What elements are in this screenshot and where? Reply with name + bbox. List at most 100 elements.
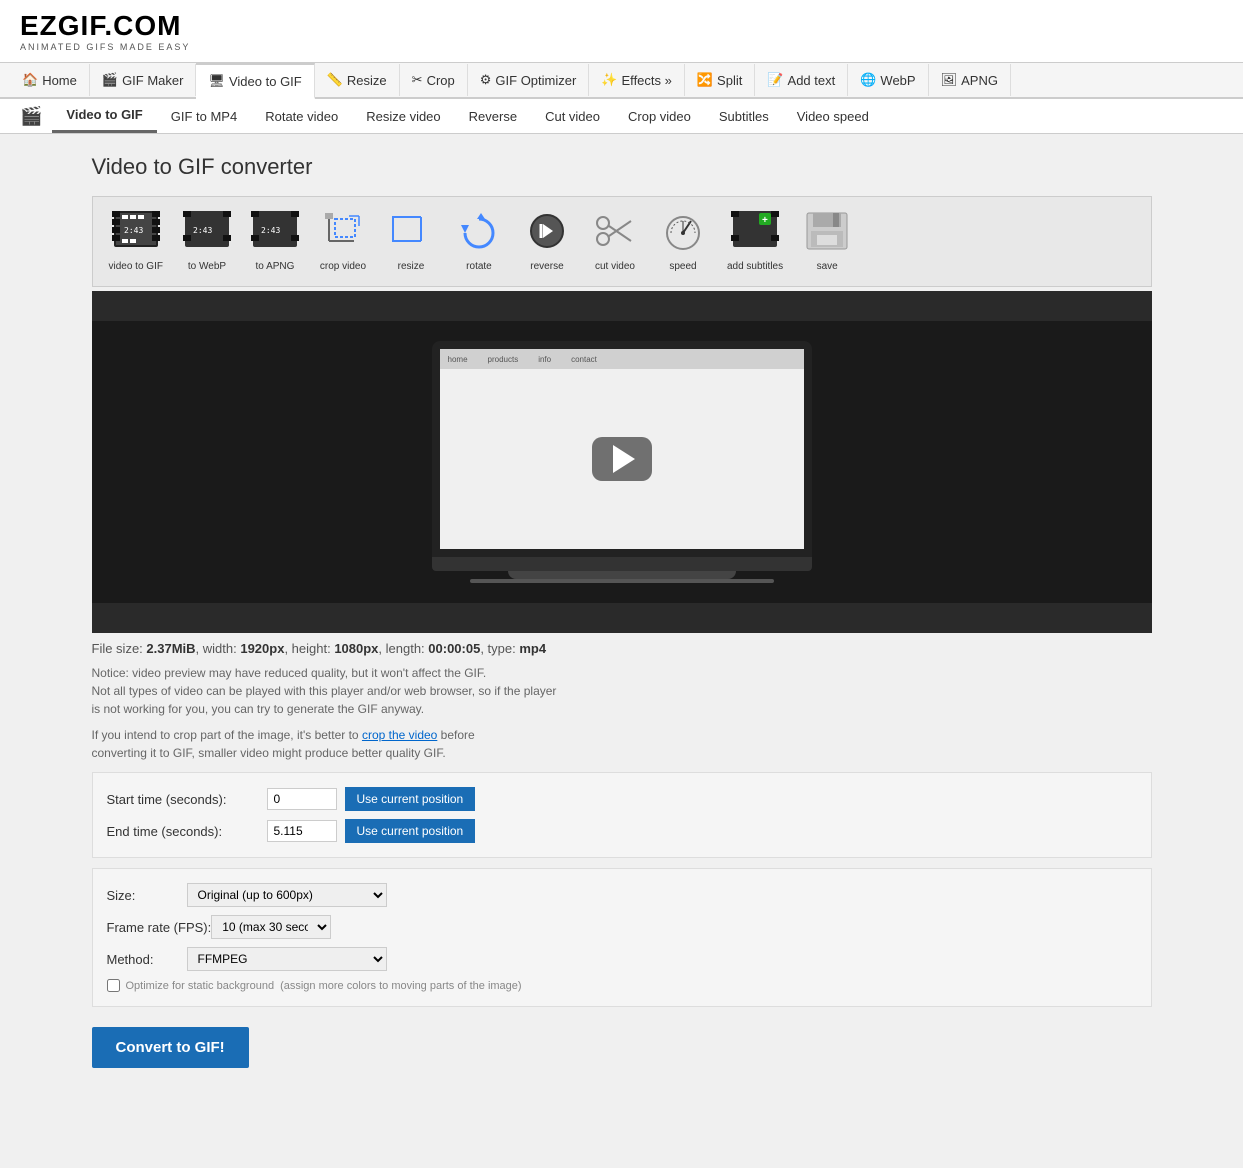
nav-home[interactable]: 🏠 Home	[10, 64, 90, 96]
page-title: Video to GIF converter	[92, 154, 1152, 180]
video-bottom-bar	[92, 603, 1152, 633]
tool-video-to-gif-label: video to GIF	[109, 261, 163, 272]
nav-webp[interactable]: 🌐 WebP	[848, 64, 928, 96]
subnav-video-to-gif[interactable]: Video to GIF	[52, 99, 156, 133]
tool-add-subtitles-label: add subtitles	[727, 261, 783, 272]
fps-row: Frame rate (FPS): 10 (max 30 seconds) 15…	[107, 915, 1137, 939]
nav-apng[interactable]: 🖼 APNG	[929, 64, 1011, 96]
subnav-gif-to-mp4[interactable]: GIF to MP4	[157, 101, 251, 132]
tool-cut-video-label: cut video	[595, 261, 635, 272]
end-time-btn[interactable]: Use current position	[345, 819, 476, 843]
sub-nav-icon: 🎬	[10, 100, 52, 133]
tool-to-webp[interactable]: 2:43 to WebP	[175, 205, 239, 278]
tool-cut-video-icon	[591, 211, 639, 257]
tool-cut-video[interactable]: cut video	[583, 205, 647, 278]
gif-settings-box: Size: Original (up to 600px) 320px 480px…	[92, 868, 1152, 1007]
tool-save-label: save	[817, 261, 838, 272]
logo: EZGIF.COM ANIMATED GIFS MADE EASY	[20, 10, 1223, 52]
optimize-text: Optimize for static background	[126, 980, 275, 992]
fps-label: Frame rate (FPS):	[107, 920, 212, 935]
end-time-input[interactable]	[267, 820, 337, 842]
nav-crop[interactable]: ✂ Crop	[400, 64, 468, 96]
tool-add-subtitles[interactable]: + add subtitles	[719, 205, 791, 278]
tool-video-to-gif[interactable]: 2:43 video to GIF	[101, 205, 171, 278]
file-type: mp4	[519, 641, 546, 656]
logo-subtitle: ANIMATED GIFS MADE EASY	[20, 42, 1223, 52]
start-time-btn[interactable]: Use current position	[345, 787, 476, 811]
nav-resize[interactable]: 📏 Resize	[315, 64, 400, 96]
tool-rotate-icon	[455, 211, 503, 257]
tool-crop-video-icon	[319, 211, 367, 257]
laptop-screen: home products info contact	[432, 341, 812, 557]
subnav-subtitles[interactable]: Subtitles	[705, 101, 783, 132]
tool-to-webp-icon: 2:43	[183, 211, 231, 257]
logo-title: EZGIF.COM	[20, 10, 1223, 42]
subnav-reverse[interactable]: Reverse	[455, 101, 531, 132]
tool-to-apng-label: to APNG	[256, 261, 295, 272]
tool-reverse[interactable]: reverse	[515, 205, 579, 278]
nav-video-to-gif[interactable]: 🖥 Video to GIF	[196, 63, 314, 99]
subnav-resize-video[interactable]: Resize video	[352, 101, 454, 132]
file-size: 2.37MiB	[146, 641, 195, 656]
tool-save[interactable]: save	[795, 205, 859, 278]
nav-effects[interactable]: ✨ Effects »	[589, 64, 685, 96]
tool-speed[interactable]: speed	[651, 205, 715, 278]
subnav-crop-video[interactable]: Crop video	[614, 101, 705, 132]
laptop-nav-bar: home products info contact	[440, 349, 804, 369]
tool-speed-icon	[659, 211, 707, 257]
notice-2: If you intend to crop part of the image,…	[92, 726, 1152, 762]
method-select[interactable]: FFMPEG ImageMagick	[187, 947, 387, 971]
tool-reverse-icon	[523, 211, 571, 257]
nav-gif-maker[interactable]: 🎬 GIF Maker	[90, 64, 197, 96]
tool-resize[interactable]: resize	[379, 205, 443, 278]
tool-crop-video[interactable]: crop video	[311, 205, 375, 278]
laptop-base	[432, 557, 812, 571]
tool-save-icon	[803, 211, 851, 257]
method-label: Method:	[107, 952, 187, 967]
header: EZGIF.COM ANIMATED GIFS MADE EASY	[0, 0, 1243, 63]
subnav-cut-video[interactable]: Cut video	[531, 101, 614, 132]
laptop-inner: home products info contact	[440, 349, 804, 549]
tool-rotate[interactable]: rotate	[447, 205, 511, 278]
crop-video-link[interactable]: crop the video	[362, 728, 437, 742]
size-label: Size:	[107, 888, 187, 903]
video-container: home products info contact	[92, 291, 1152, 633]
tool-crop-video-label: crop video	[320, 261, 366, 272]
file-length: 00:00:05	[428, 641, 480, 656]
subnav-rotate-video[interactable]: Rotate video	[251, 101, 352, 132]
tool-resize-icon	[387, 211, 435, 257]
end-time-label: End time (seconds):	[107, 824, 267, 839]
fps-select[interactable]: 10 (max 30 seconds) 15 (max 20 seconds) …	[211, 915, 331, 939]
laptop-content	[440, 369, 804, 549]
file-height: 1080px	[334, 641, 378, 656]
size-select[interactable]: Original (up to 600px) 320px 480px 640px…	[187, 883, 387, 907]
start-time-label: Start time (seconds):	[107, 792, 267, 807]
optimize-label[interactable]: Optimize for static background (assign m…	[107, 979, 522, 992]
tool-add-subtitles-icon: +	[731, 211, 779, 257]
tool-reverse-label: reverse	[530, 261, 563, 272]
optimize-row: Optimize for static background (assign m…	[107, 979, 1137, 992]
convert-button[interactable]: Convert to GIF!	[92, 1027, 249, 1068]
optimize-checkbox[interactable]	[107, 979, 120, 992]
svg-text:+: +	[762, 215, 768, 226]
svg-text:2:43: 2:43	[124, 226, 143, 235]
tool-rotate-label: rotate	[466, 261, 492, 272]
nav-split[interactable]: 🔀 Split	[685, 64, 755, 96]
tool-to-webp-label: to WebP	[188, 261, 226, 272]
start-time-input[interactable]	[267, 788, 337, 810]
sub-nav: 🎬 Video to GIF GIF to MP4 Rotate video R…	[0, 99, 1243, 134]
file-width: 1920px	[240, 641, 284, 656]
file-info: File size: 2.37MiB, width: 1920px, heigh…	[92, 641, 1152, 656]
nav-addtext[interactable]: 📝 Add text	[755, 64, 848, 96]
svg-text:2:43: 2:43	[193, 226, 212, 235]
nav-optimizer[interactable]: ⚙ GIF Optimizer	[468, 64, 590, 96]
play-button[interactable]	[592, 437, 652, 481]
top-nav: 🏠 Home 🎬 GIF Maker 🖥 Video to GIF 📏 Resi…	[0, 63, 1243, 99]
laptop-foot	[470, 579, 774, 583]
size-row: Size: Original (up to 600px) 320px 480px…	[107, 883, 1137, 907]
subnav-video-speed[interactable]: Video speed	[783, 101, 883, 132]
tool-to-apng[interactable]: 2:43 to APNG	[243, 205, 307, 278]
main-content: Video to GIF converter	[72, 154, 1172, 1068]
tool-speed-label: speed	[669, 261, 696, 272]
method-row: Method: FFMPEG ImageMagick	[107, 947, 1137, 971]
